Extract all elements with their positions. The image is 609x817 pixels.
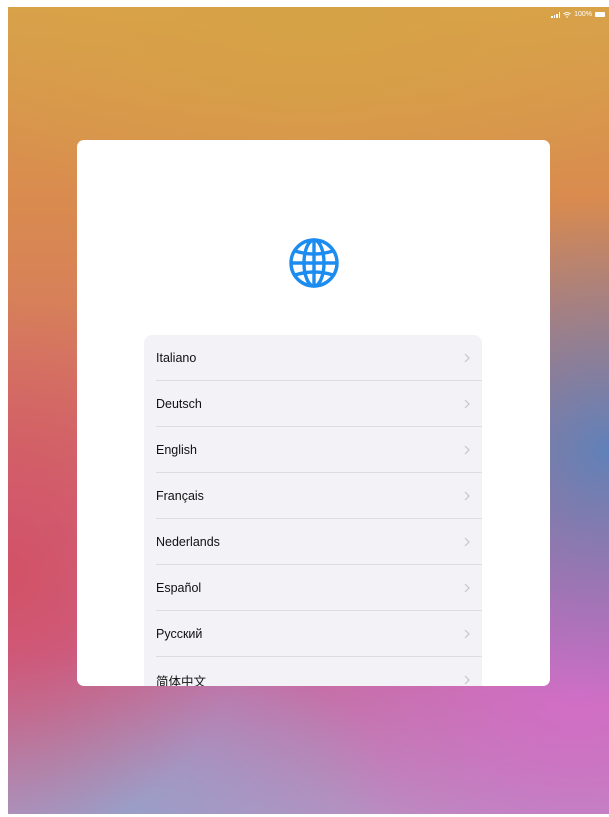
wifi-icon [563,11,571,18]
language-label: Nederlands [156,535,220,549]
language-option-espanol[interactable]: Español [144,565,482,611]
language-label: Español [156,581,202,595]
chevron-right-icon [464,353,470,363]
language-option-francais[interactable]: Français [144,473,482,519]
chevron-right-icon [464,675,470,685]
language-option-simplified-chinese[interactable]: 简体中文 [144,657,482,686]
language-option-italiano[interactable]: Italiano [144,335,482,381]
status-bar: 100% [551,11,605,18]
chevron-right-icon [464,629,470,639]
language-option-deutsch[interactable]: Deutsch [144,381,482,427]
language-label: English [156,443,197,457]
chevron-right-icon [464,491,470,501]
chevron-right-icon [464,537,470,547]
chevron-right-icon [464,399,470,409]
chevron-right-icon [464,583,470,593]
device-screen: 100% Italiano Deutsch English Français N… [8,7,609,814]
language-selection-card: Italiano Deutsch English Français Nederl… [77,140,550,686]
language-option-russian[interactable]: Русский [144,611,482,657]
language-list: Italiano Deutsch English Français Nederl… [144,335,482,686]
battery-percentage: 100% [574,11,592,18]
cellular-signal-icon [551,11,561,18]
chevron-right-icon [464,445,470,455]
language-label: Deutsch [156,397,202,411]
language-label: Русский [156,627,203,641]
language-label: 简体中文 [156,674,207,687]
language-label: Italiano [156,351,197,365]
globe-icon [287,236,341,290]
language-label: Français [156,489,204,503]
language-option-english[interactable]: English [144,427,482,473]
battery-icon [595,12,605,17]
language-option-nederlands[interactable]: Nederlands [144,519,482,565]
